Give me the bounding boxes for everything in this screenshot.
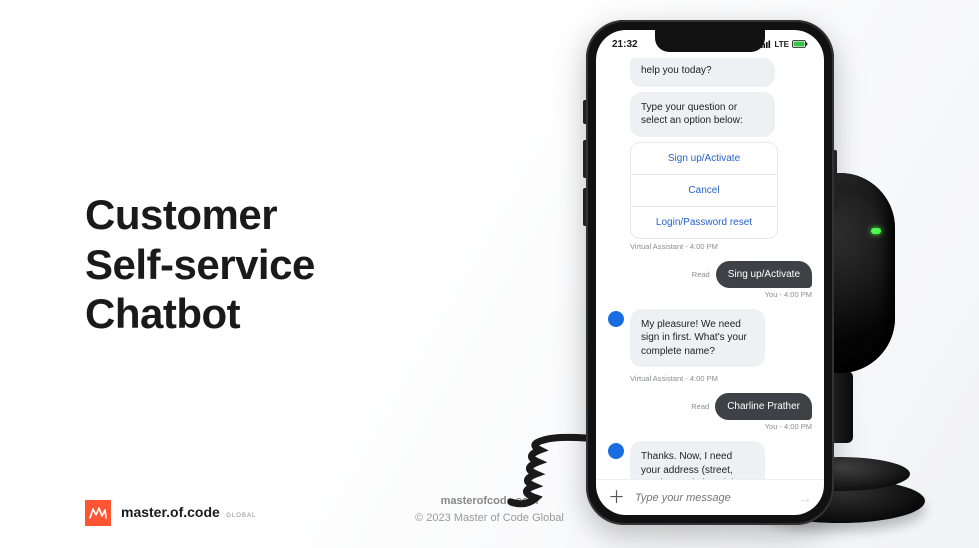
user-text: Sing up/Activate xyxy=(728,269,800,280)
bot-message: Thanks. Now, I need your address (street… xyxy=(630,441,765,479)
user-message: Sing up/Activate xyxy=(716,261,812,288)
bot-message: Type your question or select an option b… xyxy=(630,92,775,137)
message-meta: Virtual Assistant - 4:00 PM xyxy=(630,374,812,383)
mic-led-icon xyxy=(871,228,881,234)
bot-message-row: My pleasure! We need sign in first. What… xyxy=(608,309,812,373)
user-message-row: Read Sing up/Activate xyxy=(608,261,812,288)
quick-reply-list: Sign up/Activate Cancel Login/Password r… xyxy=(630,142,778,239)
phone-mockup: 21:32 LTE help you today? Type your ques… xyxy=(586,20,834,525)
send-icon[interactable]: → xyxy=(798,490,812,506)
user-message-row: Read Charline Prather xyxy=(608,393,812,420)
bot-message: My pleasure! We need sign in first. What… xyxy=(630,309,765,368)
bot-message-row: Thanks. Now, I need your address (street… xyxy=(608,441,812,479)
battery-icon xyxy=(792,40,808,48)
bot-avatar-icon xyxy=(608,311,624,327)
bot-avatar-icon xyxy=(608,443,624,459)
footer-copyright: © 2023 Master of Code Global xyxy=(0,510,979,527)
chat-area[interactable]: help you today? Type your question or se… xyxy=(596,58,824,479)
phone-notch xyxy=(655,30,765,52)
quick-reply-option[interactable]: Sign up/Activate xyxy=(631,143,777,175)
user-message: Charline Prather xyxy=(715,393,812,420)
message-input-bar: ＋ → xyxy=(596,479,824,515)
status-time: 21:32 xyxy=(612,39,638,50)
user-text: Charline Prather xyxy=(727,401,800,412)
message-meta: Virtual Assistant - 4:00 PM xyxy=(630,242,812,251)
bot-text: Thanks. Now, I need your address (street… xyxy=(641,451,735,479)
page-title: Customer Self-service Chatbot xyxy=(85,190,315,339)
quick-reply-option[interactable]: Cancel xyxy=(631,175,777,207)
bot-text: help you today? xyxy=(641,65,712,76)
phone-screen: 21:32 LTE help you today? Type your ques… xyxy=(596,30,824,515)
bot-text: Type your question or select an option b… xyxy=(641,102,743,127)
message-meta: You - 4:00 PM xyxy=(608,290,812,299)
attach-icon[interactable]: ＋ xyxy=(608,489,625,506)
bot-message: help you today? xyxy=(630,58,775,87)
read-label: Read xyxy=(691,402,709,411)
quick-reply-option[interactable]: Login/Password reset xyxy=(631,207,777,238)
message-input[interactable] xyxy=(635,492,788,504)
bot-text: My pleasure! We need sign in first. What… xyxy=(641,319,747,357)
read-label: Read xyxy=(692,270,710,279)
status-network: LTE xyxy=(774,40,789,49)
headline-text: Customer Self-service Chatbot xyxy=(85,191,315,337)
message-meta: You - 4:00 PM xyxy=(608,422,812,431)
